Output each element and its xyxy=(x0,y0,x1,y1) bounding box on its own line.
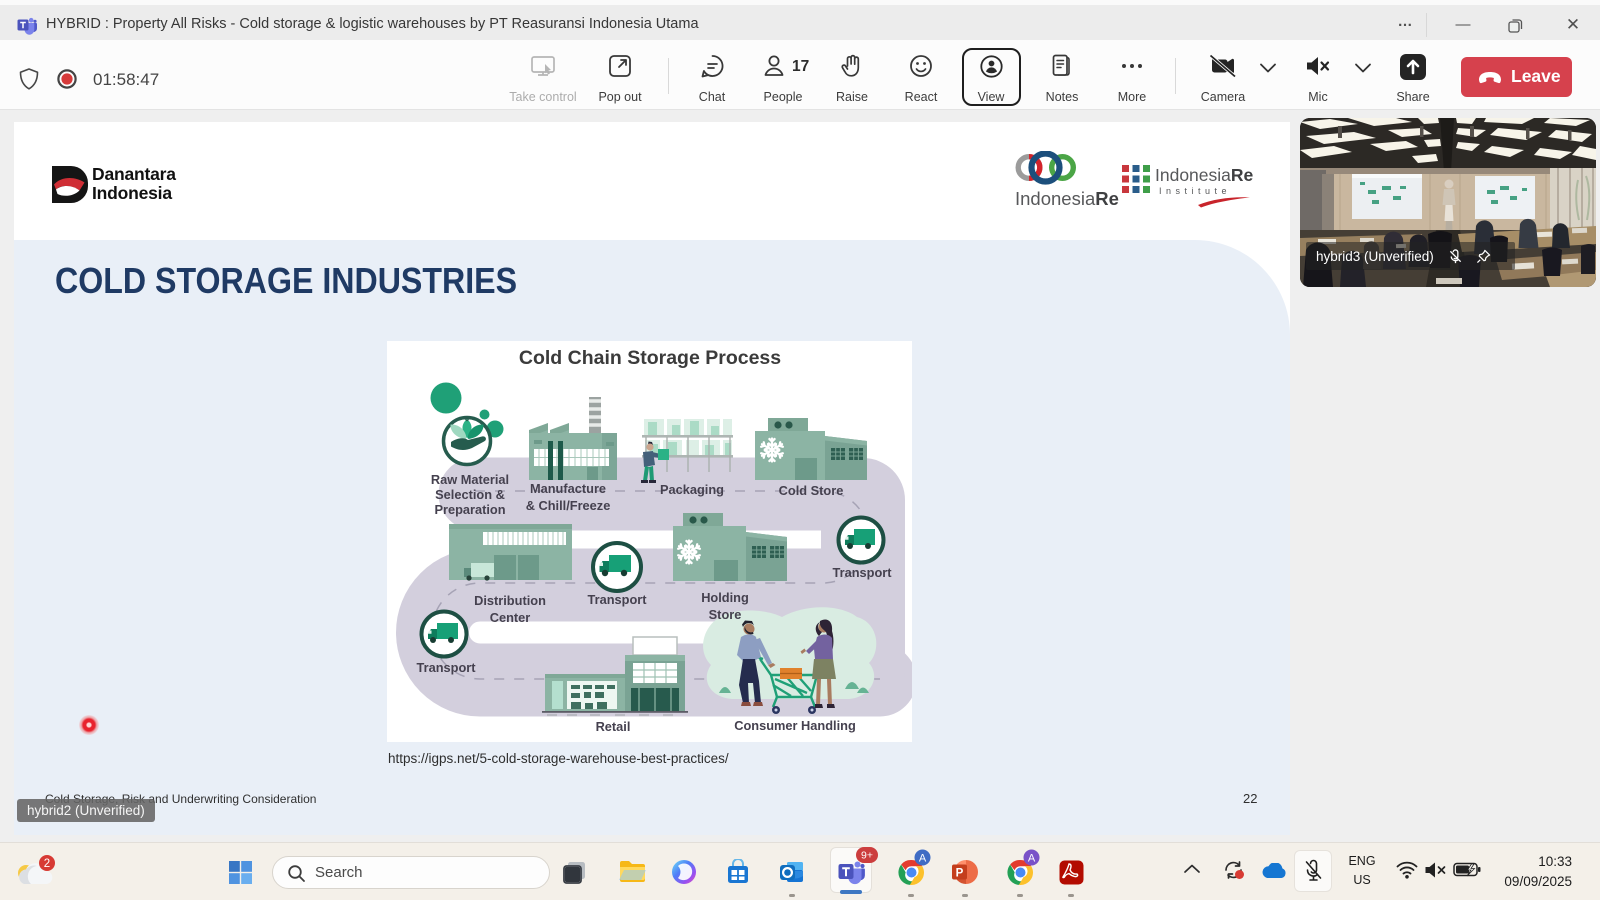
svg-text:Transport: Transport xyxy=(587,592,647,607)
svg-text:Holding: Holding xyxy=(701,590,749,605)
svg-text:A: A xyxy=(1028,853,1036,865)
svg-text:A: A xyxy=(919,853,927,865)
svg-text:Raw Material: Raw Material xyxy=(431,472,509,487)
svg-text:Cold Store: Cold Store xyxy=(779,483,844,498)
svg-text:9+: 9+ xyxy=(861,850,873,862)
svg-text:Selection &: Selection & xyxy=(435,487,505,502)
svg-text:Retail: Retail xyxy=(596,719,631,734)
svg-text:& Chill/Freeze: & Chill/Freeze xyxy=(526,498,611,513)
svg-text:IndonesiaRe: IndonesiaRe xyxy=(1015,188,1119,209)
svg-text:Transport: Transport xyxy=(832,565,892,580)
svg-text:2: 2 xyxy=(44,858,50,870)
svg-text:Preparation: Preparation xyxy=(434,502,505,517)
svg-text:P: P xyxy=(956,868,964,880)
svg-text:Transport: Transport xyxy=(416,660,476,675)
svg-text:Manufacture: Manufacture xyxy=(530,481,606,496)
svg-text:Institute: Institute xyxy=(1159,186,1231,196)
svg-text:IndonesiaRe: IndonesiaRe xyxy=(1155,165,1254,185)
svg-text:Store: Store xyxy=(709,607,742,622)
svg-text:Consumer Handling: Consumer Handling xyxy=(734,718,856,733)
svg-text:Distribution: Distribution xyxy=(474,593,546,608)
svg-text:Center: Center xyxy=(490,610,531,625)
svg-text:Packaging: Packaging xyxy=(660,482,724,497)
svg-text:Cold Chain Storage Process: Cold Chain Storage Process xyxy=(519,347,781,369)
